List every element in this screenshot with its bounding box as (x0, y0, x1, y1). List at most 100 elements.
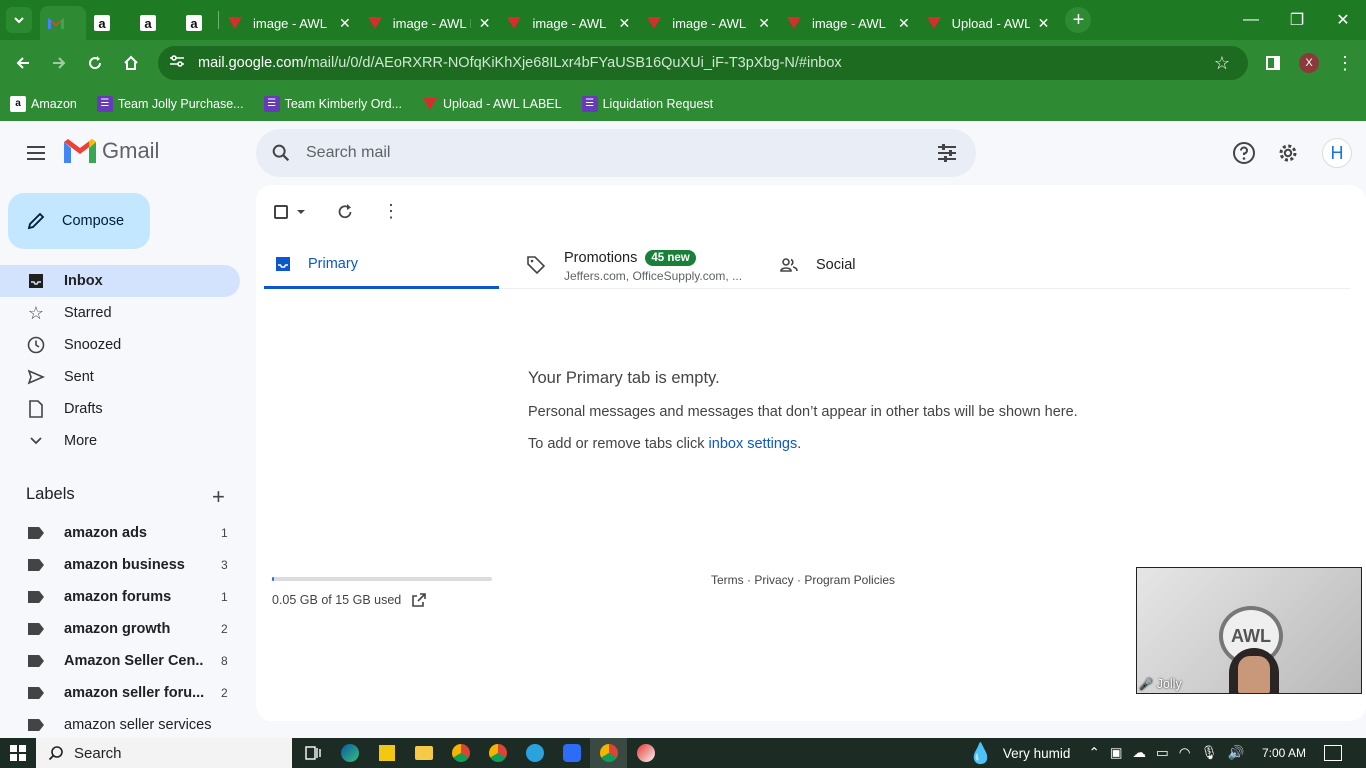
bookmark-amazon[interactable]: a Amazon (10, 95, 77, 112)
taskbar-telegram[interactable] (516, 738, 553, 768)
bookmark-team-kimberly[interactable]: ☰ Team Kimberly Ord... (263, 95, 402, 112)
bookmark-star-icon[interactable]: ☆ (1214, 53, 1230, 74)
sidebar-item-inbox[interactable]: Inbox (0, 265, 240, 297)
open-in-new-icon[interactable] (411, 592, 427, 608)
tab-promotions[interactable]: Promotions 45 new Jeffers.com, OfficeSup… (526, 241, 776, 289)
caret-down-icon[interactable] (296, 209, 306, 215)
taskbar-search[interactable]: Search (36, 738, 292, 768)
sidebar-item-starred[interactable]: ☆ Starred (0, 297, 240, 329)
label-item[interactable]: amazon seller services (0, 709, 240, 741)
taskbar-chrome-2[interactable] (479, 738, 516, 768)
tab-search-button[interactable] (6, 7, 32, 33)
taskbar-explorer[interactable] (405, 738, 442, 768)
reload-button[interactable] (78, 46, 112, 80)
label-item[interactable]: Amazon Seller Cen... 8 (0, 645, 240, 677)
close-icon[interactable]: ✕ (758, 15, 770, 32)
back-button[interactable] (6, 46, 40, 80)
bookmark-liquidation[interactable]: ☰ Liquidation Request (581, 95, 713, 112)
footer-links[interactable]: Terms · Privacy · Program Policies (711, 573, 895, 587)
close-icon[interactable]: ✕ (1038, 15, 1050, 32)
tab-awl-upload[interactable]: Upload - AWL L ✕ (918, 6, 1058, 40)
search-bar[interactable] (256, 129, 976, 177)
taskbar-clock[interactable]: 7:00 AM (1262, 738, 1306, 768)
more-vert-icon[interactable]: ⋮ (382, 201, 400, 222)
close-icon[interactable]: ✕ (618, 15, 630, 32)
taskbar-zoom[interactable] (553, 738, 590, 768)
taskbar-chrome-1[interactable] (442, 738, 479, 768)
weather-text[interactable]: Very humid (1003, 746, 1071, 761)
cloud-icon[interactable]: ☁ (1133, 745, 1147, 761)
tab-awl-3[interactable]: image - AWL LA ✕ (498, 6, 638, 40)
speaker-icon[interactable]: 🔊 (1228, 745, 1245, 761)
gmail-logo[interactable]: Gmail (64, 138, 159, 164)
tab-amazon-3[interactable]: a (178, 6, 218, 40)
label-item[interactable]: amazon seller foru... 2 (0, 677, 240, 709)
tab-amazon-1[interactable]: a (86, 6, 132, 40)
tab-title: image - AWL LA (672, 15, 750, 31)
label-item[interactable]: amazon business 3 (0, 549, 240, 581)
forward-button[interactable] (42, 46, 76, 80)
tab-awl-5[interactable]: image - AWL LA ✕ (778, 6, 918, 40)
taskbar-chrome-active[interactable] (590, 738, 627, 768)
task-view-button[interactable] (294, 738, 331, 768)
minimize-button[interactable]: — (1228, 0, 1274, 40)
telegram-icon (525, 744, 544, 762)
add-label-button[interactable]: + (212, 484, 225, 510)
restore-button[interactable]: ❐ (1274, 0, 1320, 40)
wifi-icon[interactable]: ◠ (1179, 745, 1191, 761)
site-info-icon[interactable] (162, 54, 192, 72)
microphone-icon[interactable]: 🎙 (1201, 745, 1218, 761)
close-window-button[interactable]: ✕ (1320, 0, 1366, 40)
new-tab-button[interactable]: + (1065, 7, 1092, 33)
search-icon[interactable] (270, 142, 292, 164)
sidebar-item-sent[interactable]: Sent (0, 361, 240, 393)
sidebar-item-more[interactable]: More (0, 425, 240, 457)
close-icon[interactable]: ✕ (479, 15, 491, 32)
profile-button[interactable]: X (1292, 46, 1326, 80)
sidebar-item-label: Sent (64, 369, 94, 385)
side-panel-button[interactable] (1256, 46, 1290, 80)
bookmark-team-jolly[interactable]: ☰ Team Jolly Purchase... (96, 95, 244, 112)
chrome-menu-button[interactable]: ⋮ (1328, 46, 1362, 80)
chevron-up-icon[interactable]: ⌃ (1088, 745, 1099, 761)
select-checkbox[interactable] (274, 204, 288, 219)
tab-social[interactable]: Social (780, 241, 980, 289)
start-button[interactable] (0, 738, 36, 768)
tab-amazon-2[interactable]: a (132, 6, 178, 40)
battery-icon[interactable]: ▭ (1156, 745, 1169, 761)
amazon-icon: a (186, 15, 202, 31)
address-bar[interactable]: mail.google.com/mail/u/0/d/AEoRXRR-NOfqK… (158, 46, 1248, 80)
sidebar-item-snoozed[interactable]: Snoozed (0, 329, 240, 361)
label-item[interactable]: amazon forums 1 (0, 581, 240, 613)
search-options-icon[interactable] (936, 142, 958, 164)
refresh-icon[interactable] (336, 203, 354, 221)
taskbar-store[interactable] (368, 738, 405, 768)
tab-awl-2[interactable]: image - AWL LA ✕ (359, 6, 499, 40)
search-input[interactable] (306, 144, 906, 162)
tab-gmail[interactable] (40, 6, 86, 40)
home-button[interactable] (114, 46, 148, 80)
inbox-settings-link[interactable]: inbox settings (709, 436, 798, 452)
tab-awl-1[interactable]: image - AWL LA ✕ (219, 6, 359, 40)
close-icon[interactable]: ✕ (898, 15, 910, 32)
main-menu-button[interactable] (16, 133, 56, 173)
weather-droplet-icon[interactable]: 💧 (968, 741, 993, 766)
tab-primary[interactable]: Primary (264, 241, 499, 289)
compose-button[interactable]: Compose (8, 193, 150, 249)
label-count: 2 (221, 622, 228, 636)
label-item[interactable]: amazon ads 1 (0, 517, 240, 549)
sidebar-item-drafts[interactable]: Drafts (0, 393, 240, 425)
tab-awl-4[interactable]: image - AWL LA ✕ (638, 6, 778, 40)
label-name: amazon business (64, 557, 185, 573)
video-call-tile[interactable]: AWL 🎤 Jolly (1136, 567, 1362, 694)
bookmark-upload-awl[interactable]: Upload - AWL LABEL (422, 96, 562, 112)
account-avatar[interactable]: H (1322, 138, 1352, 168)
notification-icon[interactable] (1324, 745, 1342, 761)
meet-icon[interactable]: ▣ (1110, 745, 1123, 761)
label-item[interactable]: amazon growth 2 (0, 613, 240, 645)
taskbar-app[interactable] (627, 738, 664, 768)
close-icon[interactable]: ✕ (339, 15, 351, 32)
help-icon[interactable] (1232, 141, 1256, 165)
taskbar-edge[interactable] (331, 738, 368, 768)
settings-gear-icon[interactable] (1276, 141, 1300, 165)
